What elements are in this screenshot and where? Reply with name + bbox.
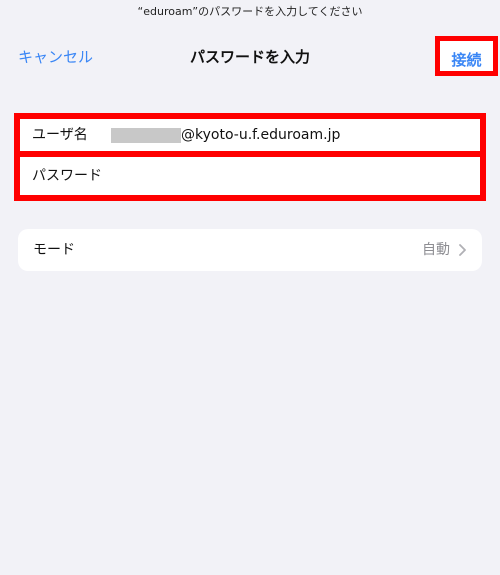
password-field[interactable]: パスワード xyxy=(20,157,480,195)
username-field[interactable]: ユーザ名 @kyoto-u.f.eduroam.jp xyxy=(20,119,480,151)
mode-value: 自動 xyxy=(422,242,450,258)
password-label: パスワード xyxy=(32,168,102,184)
username-value: @kyoto-u.f.eduroam.jp xyxy=(181,127,341,143)
page-title: パスワードを入力 xyxy=(189,48,310,66)
redacted-username xyxy=(111,128,181,143)
navigation-bar: キャンセル パスワードを入力 xyxy=(0,38,500,78)
connect-button-highlight: 接続 xyxy=(435,36,498,76)
credentials-highlight: ユーザ名 @kyoto-u.f.eduroam.jp パスワード xyxy=(14,113,486,201)
chevron-right-icon xyxy=(459,244,466,256)
username-label: ユーザ名 xyxy=(32,127,88,143)
mode-label: モード xyxy=(33,242,75,258)
password-prompt: “eduroam”のパスワードを入力してください xyxy=(137,5,363,18)
mode-selector[interactable]: モード 自動 xyxy=(18,229,482,271)
connect-button[interactable]: 接続 xyxy=(440,49,493,70)
